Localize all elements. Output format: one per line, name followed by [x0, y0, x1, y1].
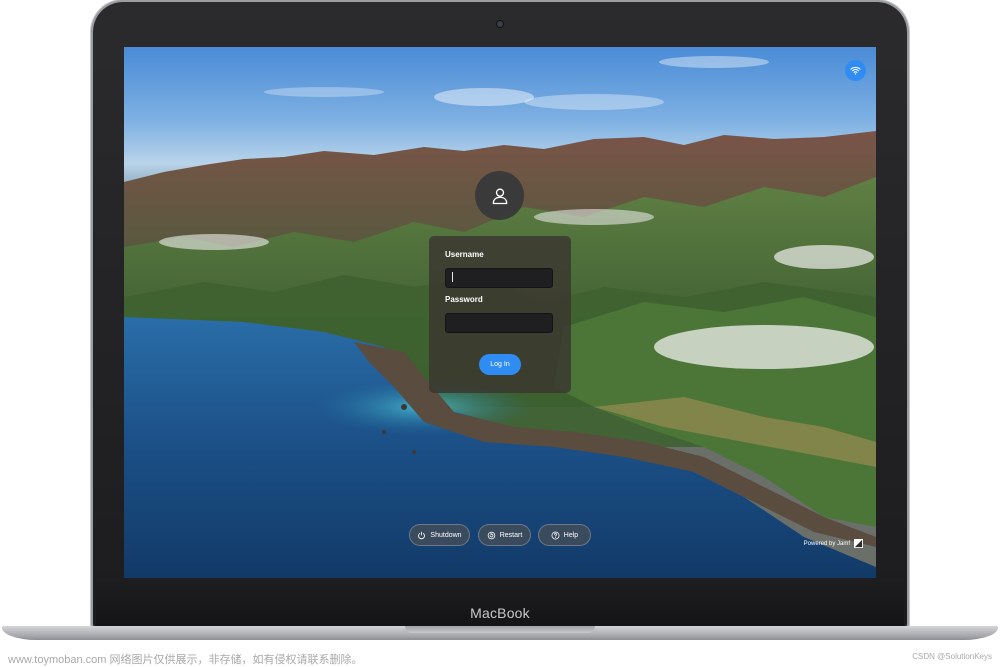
camera-icon	[497, 21, 503, 27]
shutdown-button[interactable]: Shutdown	[409, 524, 470, 546]
jamf-logo-icon	[854, 539, 863, 548]
powered-by-label: Powered by Jamf	[803, 540, 850, 547]
login-panel: Username Password Log In	[429, 236, 571, 393]
brand-label: MacBook	[470, 605, 530, 621]
watermark-right: CSDN @SolutionKeys	[912, 652, 992, 661]
password-field[interactable]	[445, 313, 553, 333]
watermark-left: www.toymoban.com 网络图片仅供展示，非存储，如有侵权请联系删除。	[8, 654, 363, 666]
avatar	[475, 171, 524, 220]
restart-button[interactable]: Restart	[478, 524, 531, 546]
username-label: Username	[445, 250, 484, 259]
restart-icon	[487, 531, 495, 539]
text-caret	[452, 272, 453, 282]
help-icon	[551, 531, 560, 539]
shutdown-label: Shutdown	[430, 531, 462, 539]
login-screen: Username Password Log In Shutdown Restar…	[124, 47, 876, 578]
wifi-icon	[850, 66, 861, 75]
password-label: Password	[445, 295, 483, 304]
user-icon	[492, 188, 507, 204]
username-field[interactable]	[445, 268, 553, 288]
restart-label: Restart	[499, 531, 523, 539]
wifi-button[interactable]	[845, 60, 866, 81]
power-icon	[418, 531, 426, 539]
laptop-base-notch	[405, 626, 595, 633]
help-label: Help	[563, 531, 579, 539]
login-button[interactable]: Log In	[479, 354, 521, 375]
help-button[interactable]: Help	[538, 524, 591, 546]
powered-by: Powered by Jamf	[804, 539, 863, 548]
